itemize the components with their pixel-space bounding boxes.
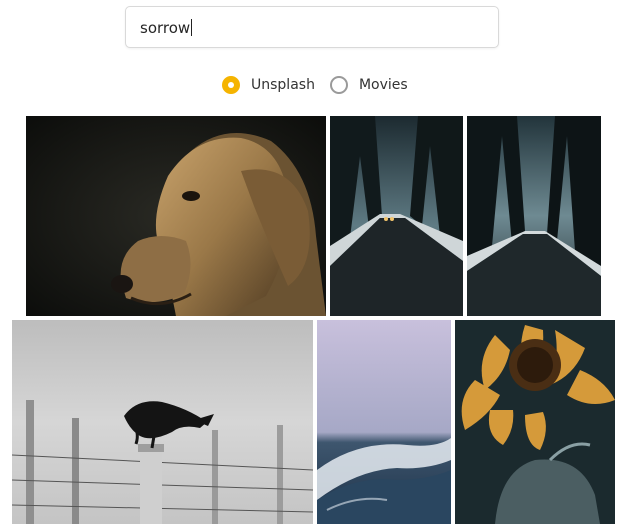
result-photo-dog[interactable] xyxy=(26,116,326,316)
sunflower-photo-image xyxy=(455,320,615,524)
result-photo-sunflower[interactable] xyxy=(455,320,615,524)
search-input-value: sorrow xyxy=(140,19,191,37)
search-box[interactable]: sorrow xyxy=(125,6,499,48)
radio-unselected-icon[interactable] xyxy=(329,76,348,94)
image-search-page: sorrow Unsplash Movies xyxy=(0,0,624,524)
text-caret xyxy=(191,19,193,36)
radio-selected-icon[interactable] xyxy=(222,76,240,94)
dog-photo-image xyxy=(26,116,326,316)
road-car-photo-image xyxy=(330,116,463,316)
result-photo-crow[interactable] xyxy=(12,320,313,524)
result-photo-ocean[interactable] xyxy=(317,320,451,524)
radio-option-unsplash[interactable]: Unsplash xyxy=(222,76,315,94)
result-photo-forest-road[interactable] xyxy=(467,116,601,316)
result-photo-road-car[interactable] xyxy=(330,116,463,316)
radio-option-movies[interactable]: Movies xyxy=(329,76,408,94)
crow-photo-image xyxy=(12,320,313,524)
ocean-photo-image xyxy=(317,320,451,524)
radio-label-movies: Movies xyxy=(358,77,408,93)
forest-road-photo-image xyxy=(467,116,601,316)
radio-label-unsplash: Unsplash xyxy=(251,77,315,93)
source-radio-group: Unsplash Movies xyxy=(222,74,408,96)
search-input[interactable]: sorrow xyxy=(140,17,480,39)
